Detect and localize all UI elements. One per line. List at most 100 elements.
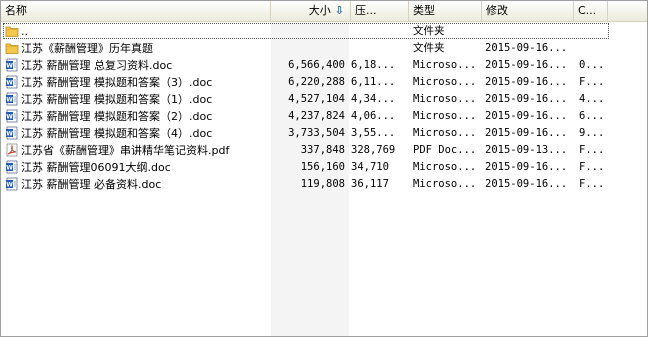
file-crc [579, 23, 629, 40]
file-crc: F... [579, 161, 605, 173]
file-modified-date: 2015-09-16... [485, 110, 568, 122]
file-name-label: 江苏 薪酬管理06091大纲.doc [21, 161, 171, 174]
svg-text:W: W [6, 62, 13, 69]
file-size: 119,808 [300, 178, 345, 190]
column-header-bar: 名称 大小 ⇩ 压... 类型 修改 C... [1, 1, 647, 22]
file-size [271, 40, 345, 57]
file-name: 江苏省《薪酬管理》串讲精华笔记资料.pdf [5, 142, 271, 159]
file-type: PDF Doc... [413, 144, 477, 156]
column-header-size-label: 大小 [308, 4, 331, 17]
file-type: Microso... [413, 59, 477, 71]
word-doc-icon: W [6, 160, 18, 174]
file-crc: 0... [579, 59, 605, 71]
file-name: W 江苏 薪酬管理 模拟题和答案（3）.doc [5, 74, 271, 91]
file-crc: F... [579, 76, 605, 88]
svg-text:W: W [6, 79, 13, 86]
column-header-modified-label: 修改 [486, 4, 508, 17]
file-modified-date: 2015-09-16... [485, 59, 568, 71]
column-header-name-label: 名称 [5, 4, 27, 17]
file-row[interactable]: 江苏省《薪酬管理》串讲精华笔记资料.pdf 337,848 328,769 PDF D… [1, 142, 647, 159]
file-row[interactable]: W 江苏 薪酬管理 模拟题和答案（4）.doc 3,733,504 3,55... Mi… [1, 125, 647, 142]
svg-text:W: W [6, 164, 13, 171]
file-crc: F... [579, 144, 605, 156]
file-crc: 4... [579, 93, 605, 105]
svg-text:W: W [6, 181, 13, 188]
file-name: W 江苏 薪酬管理 模拟题和答案（4）.doc [5, 125, 271, 142]
file-size: 4,237,824 [288, 110, 345, 122]
word-doc-icon: W [6, 177, 18, 191]
file-name: W 江苏 薪酬管理06091大纲.doc [5, 159, 271, 176]
folder-row[interactable]: 江苏《薪酬管理》历年真题 文件夹 2015-09-16... [1, 40, 647, 57]
word-doc-icon: W [6, 58, 18, 72]
file-size: 337,848 [300, 144, 345, 156]
file-modified-date: 2015-09-16... [485, 76, 568, 88]
file-crc: 9... [579, 127, 605, 139]
file-name-label: .. [21, 25, 28, 38]
svg-text:W: W [6, 130, 13, 137]
file-size: 6,220,288 [288, 76, 345, 88]
svg-text:W: W [6, 96, 13, 103]
file-name-label: 江苏《薪酬管理》历年真题 [21, 42, 153, 55]
file-name-label: 江苏 薪酬管理 模拟题和答案（1）.doc [21, 93, 213, 106]
column-header-compressed[interactable]: 压... [351, 1, 409, 21]
column-header-modified[interactable]: 修改 [482, 1, 574, 21]
file-modified-date: 2015-09-16... [485, 127, 568, 139]
file-compressed-size: 6,11... [351, 76, 396, 88]
file-row[interactable]: W 江苏 薪酬管理 总复习资料.doc 6,566,400 6,18... Micros… [1, 57, 647, 74]
column-header-type[interactable]: 类型 [409, 1, 482, 21]
file-name-label: 江苏 薪酬管理 模拟题和答案（2）.doc [21, 110, 213, 123]
file-compressed-size: 6,18... [351, 59, 396, 71]
file-name: W 江苏 薪酬管理 模拟题和答案（1）.doc [5, 91, 271, 108]
file-row[interactable]: W 江苏 薪酬管理 模拟题和答案（1）.doc 4,527,104 4,34... Mi… [1, 91, 647, 108]
column-header-size[interactable]: 大小 ⇩ [271, 1, 351, 21]
file-type: Microso... [413, 161, 477, 173]
word-doc-icon: W [6, 126, 18, 140]
file-type: Microso... [413, 110, 477, 122]
folder-row[interactable]: .. 文件夹 [1, 23, 647, 40]
file-compressed-size: 36,117 [351, 178, 389, 190]
file-compressed-size [351, 23, 409, 40]
file-row[interactable]: W 江苏 薪酬管理 模拟题和答案（3）.doc 6,220,288 6,11... Mi… [1, 74, 647, 91]
column-header-compressed-label: 压... [355, 4, 377, 17]
folder-icon [5, 26, 19, 37]
file-name: W 江苏 薪酬管理 必备资料.doc [5, 176, 271, 193]
file-crc: F... [579, 178, 605, 190]
file-name-label: 江苏 薪酬管理 必备资料.doc [21, 178, 162, 191]
file-size: 4,527,104 [288, 93, 345, 105]
file-compressed-size: 4,34... [351, 93, 396, 105]
file-crc: 6... [579, 110, 605, 122]
word-doc-icon: W [6, 92, 18, 106]
file-row[interactable]: W 江苏 薪酬管理06091大纲.doc 156,160 34,710 Microso.… [1, 159, 647, 176]
file-name: W 江苏 薪酬管理 模拟题和答案（2）.doc [5, 108, 271, 125]
sort-descending-icon: ⇩ [334, 4, 344, 17]
file-modified-date [485, 23, 577, 40]
column-header-crc-label: C... [578, 4, 597, 17]
file-crc [579, 40, 629, 57]
column-header-name[interactable]: 名称 [1, 1, 271, 21]
file-type: Microso... [413, 93, 477, 105]
word-doc-icon: W [6, 109, 18, 123]
file-compressed-size: 4,06... [351, 110, 396, 122]
file-name: W 江苏 薪酬管理 总复习资料.doc [5, 57, 271, 74]
file-type: Microso... [413, 178, 477, 190]
file-name-label: 江苏 薪酬管理 模拟题和答案（4）.doc [21, 127, 213, 140]
file-size [271, 23, 345, 40]
file-modified-date: 2015-09-16... [485, 178, 568, 190]
column-header-crc[interactable]: C... [574, 1, 608, 21]
file-type: 文件夹 [413, 42, 445, 54]
word-doc-icon: W [6, 75, 18, 89]
file-compressed-size: 328,769 [351, 144, 396, 156]
file-row[interactable]: W 江苏 薪酬管理 必备资料.doc 119,808 36,117 Microso...… [1, 176, 647, 193]
file-name: 江苏《薪酬管理》历年真题 [5, 40, 271, 57]
svg-text:W: W [6, 113, 13, 120]
file-modified-date: 2015-09-16... [485, 93, 568, 105]
file-list-view[interactable]: 名称 大小 ⇩ 压... 类型 修改 C... .. 文件夹 江苏《薪酬管理》历年真题… [0, 0, 648, 337]
file-size: 156,160 [300, 161, 345, 173]
file-size: 6,566,400 [288, 59, 345, 71]
file-name-label: 江苏 薪酬管理 模拟题和答案（3）.doc [21, 76, 213, 89]
file-name-label: 江苏省《薪酬管理》串讲精华笔记资料.pdf [21, 144, 230, 157]
file-modified-date: 2015-09-16... [485, 42, 568, 54]
file-type: Microso... [413, 76, 477, 88]
file-row[interactable]: W 江苏 薪酬管理 模拟题和答案（2）.doc 4,237,824 4,06... Mi… [1, 108, 647, 125]
column-header-type-label: 类型 [413, 4, 435, 17]
